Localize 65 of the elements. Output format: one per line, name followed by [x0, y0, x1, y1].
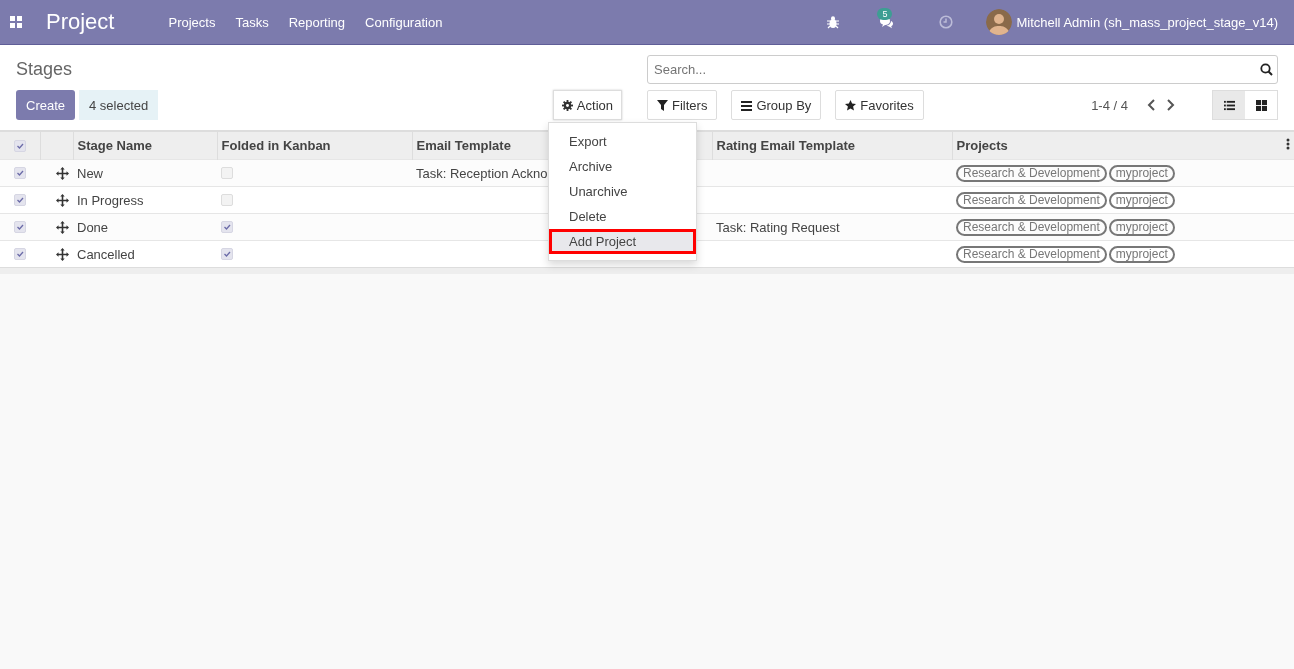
pager-value: 1-4 / 4 — [1091, 97, 1128, 113]
clock-icon[interactable] — [939, 15, 954, 29]
app-title: Project — [46, 9, 115, 35]
project-tag: Research & Development — [956, 218, 1107, 236]
filter-icon — [657, 99, 668, 111]
checkbox[interactable] — [14, 167, 26, 179]
checkbox[interactable] — [221, 167, 233, 179]
menu-item[interactable]: Unarchive — [549, 179, 696, 204]
search-option-button[interactable]: Group By — [731, 90, 822, 120]
bug-icon[interactable] — [826, 15, 841, 29]
checkbox[interactable] — [14, 194, 26, 206]
project-tag: Research & Development — [956, 164, 1107, 182]
column-header[interactable]: Email Template — [416, 138, 511, 153]
project-tag: myproject — [1108, 245, 1175, 263]
project-tag: Research & Development — [956, 245, 1107, 263]
checkbox[interactable] — [221, 248, 233, 260]
project-tag: Research & Development — [956, 191, 1107, 209]
gear-icon — [561, 99, 573, 111]
table-cell: Task: Rating Request — [716, 219, 840, 235]
apps-menu-icon[interactable] — [10, 16, 22, 28]
search-icon[interactable] — [1260, 63, 1273, 76]
checkbox[interactable] — [221, 221, 233, 233]
list-view-icon — [1223, 99, 1235, 111]
menu-item[interactable]: Delete — [549, 204, 696, 229]
menu-item[interactable]: Projects — [158, 14, 226, 30]
table-cell: In Progress — [77, 192, 144, 208]
checkbox[interactable] — [14, 139, 26, 152]
user-name[interactable]: Mitchell Admin (sh_mass_project_stage_v14) — [1016, 14, 1278, 30]
kanban-view-icon — [1255, 99, 1267, 111]
next-icon[interactable] — [1166, 99, 1175, 111]
message-count-badge: 5 — [877, 8, 893, 20]
bars-icon — [741, 99, 753, 111]
table-cell: Cancelled — [77, 246, 135, 262]
project-tag: myproject — [1108, 218, 1175, 236]
project-tag: myproject — [1108, 191, 1175, 209]
action-button[interactable]: Action — [552, 90, 622, 120]
more-icon[interactable] — [1286, 138, 1290, 150]
move-icon[interactable] — [56, 247, 69, 261]
star-icon — [845, 99, 857, 111]
move-icon[interactable] — [56, 193, 69, 207]
search-option-button[interactable]: Favorites — [835, 90, 924, 120]
menu-item[interactable]: Configuration — [355, 14, 453, 30]
view-switch-button[interactable] — [1213, 91, 1245, 119]
column-header[interactable]: Projects — [956, 138, 1008, 153]
table-cell: New — [77, 165, 103, 181]
menu-item[interactable]: Add Project — [549, 229, 696, 254]
avatar[interactable] — [986, 9, 1013, 35]
menu-item[interactable]: Tasks — [225, 14, 279, 30]
table-cell: Task: Reception Ackno — [416, 165, 548, 181]
previous-icon[interactable] — [1147, 99, 1156, 111]
selection-count: 4 selected — [79, 90, 159, 120]
move-icon[interactable] — [56, 166, 69, 180]
checkbox[interactable] — [221, 194, 233, 206]
page-title: Stages — [16, 59, 74, 80]
project-tag: myproject — [1108, 164, 1175, 182]
checkbox[interactable] — [14, 248, 26, 260]
create-button[interactable]: Create — [16, 90, 76, 120]
checkbox[interactable] — [14, 221, 26, 233]
table-cell: Done — [77, 219, 109, 235]
search-option-button[interactable]: Filters — [647, 90, 718, 120]
menu-item[interactable]: Reporting — [278, 14, 356, 30]
search-field[interactable]: Search... — [647, 55, 1278, 84]
move-icon[interactable] — [56, 220, 69, 234]
menu-item[interactable]: Archive — [549, 154, 696, 179]
menu-item[interactable]: Export — [549, 129, 696, 154]
